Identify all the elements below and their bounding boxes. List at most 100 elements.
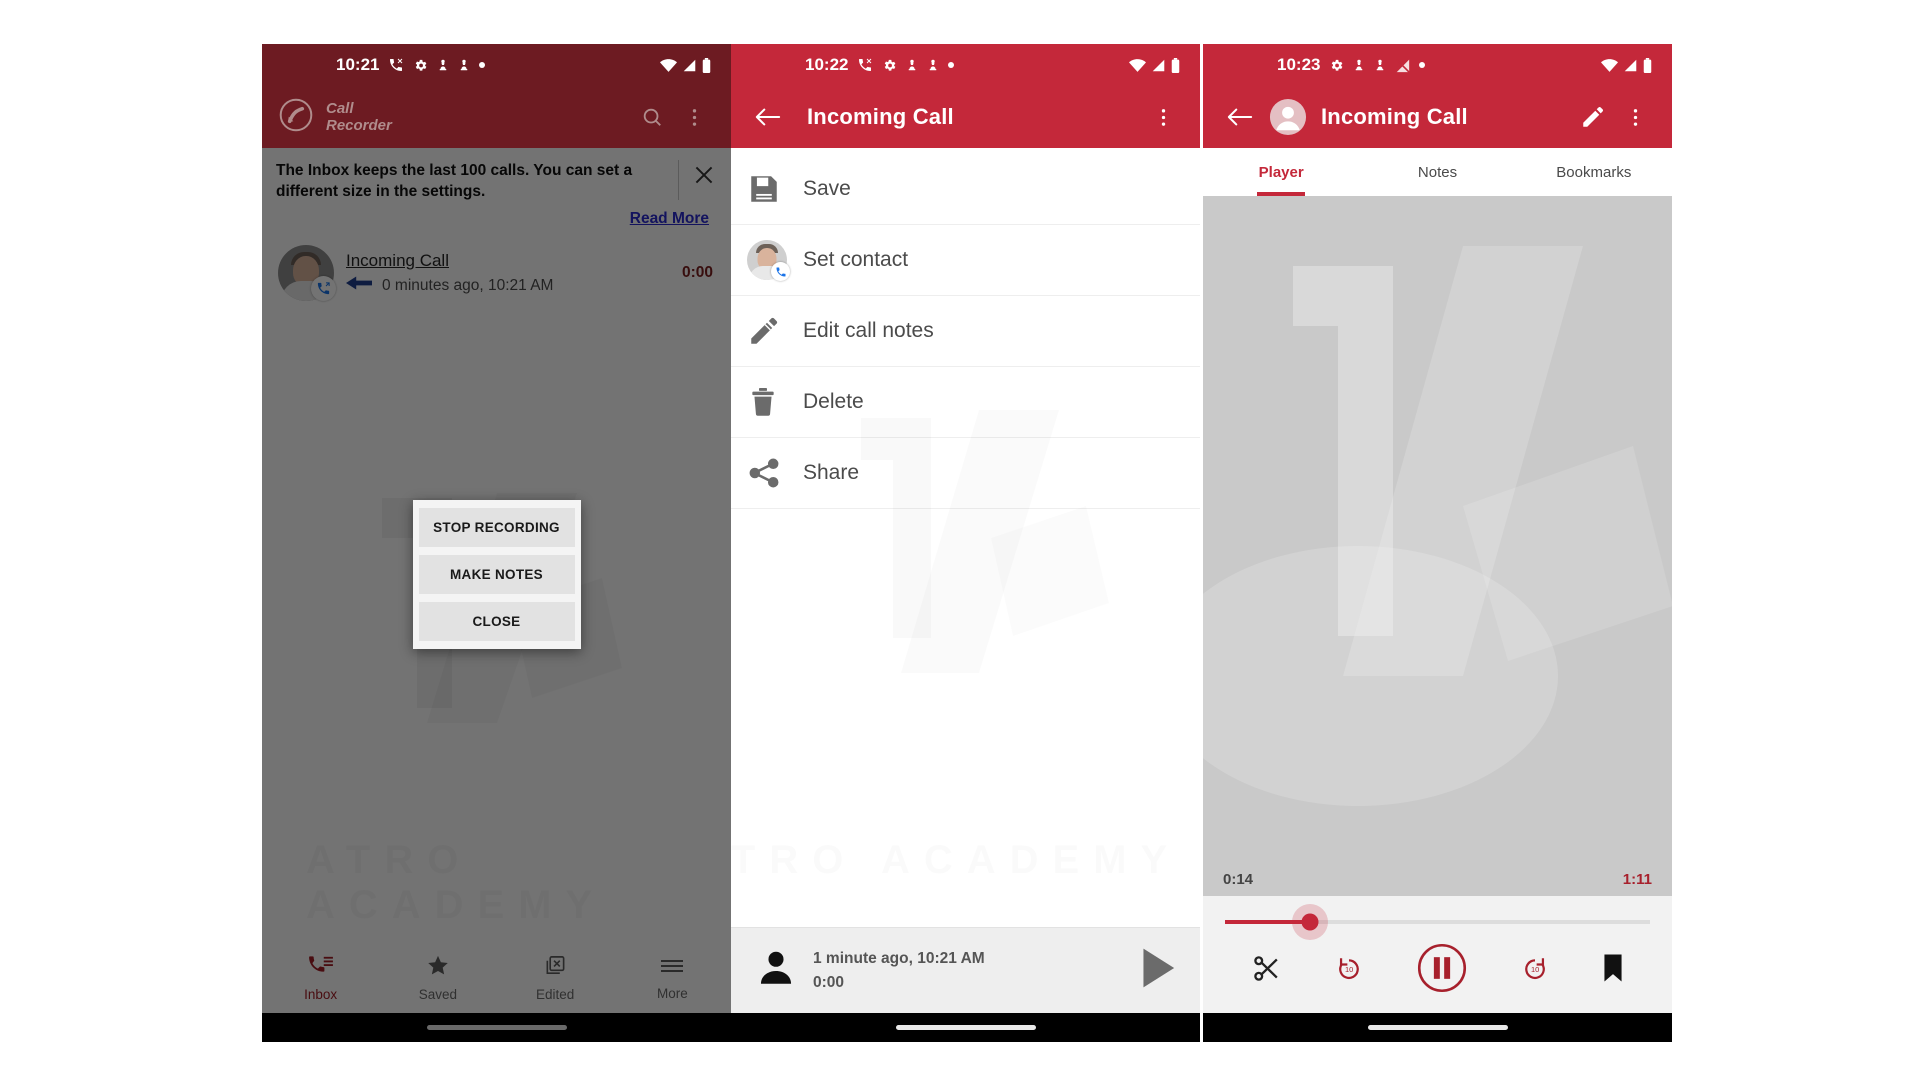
menu-label-edit-call-notes: Edit call notes [803,319,934,342]
signal-icon [682,59,697,72]
phone-panel-3: 10:23 Incoming Call Player Notes Bookmar… [1203,44,1672,1042]
time-labels: 0:14 1:11 [1203,871,1672,896]
tab-notes[interactable]: Notes [1359,148,1515,196]
gesture-bar-3 [1203,1013,1672,1042]
chess-pawn-icon [927,57,939,73]
menu-label-share: Share [803,461,860,484]
more-vertical-icon[interactable] [1142,96,1184,138]
watermark-logo [1203,206,1672,896]
context-menu: Save Set contact Edit call notes Delete … [731,148,1200,509]
app-bar-2: Incoming Call [731,86,1200,148]
menu-item-delete[interactable]: Delete [731,367,1200,438]
bookmark-icon[interactable] [1602,953,1624,983]
wifi-icon [1129,58,1146,72]
brand-text: Call Recorder [326,100,392,134]
chess-pawn-icon [906,57,918,73]
waveform-display[interactable]: 0:14 1:11 [1203,196,1672,896]
app-bar-1: Call Recorder [262,86,731,148]
contact-avatar-icon [747,240,803,281]
gesture-bar-2 [731,1013,1200,1042]
battery-icon [1171,57,1180,73]
wifi-icon [660,58,677,72]
share-icon [747,456,803,490]
gear-icon [1329,58,1344,73]
battery-icon [1643,57,1652,73]
search-icon[interactable] [631,96,673,138]
chess-pawn-icon [437,57,449,73]
phone-panel-2: 10:22 Incoming Call Save Set contact Edi… [731,44,1200,1042]
tab-label-player: Player [1258,163,1304,181]
app-bar-3: Incoming Call [1203,86,1672,148]
call-recorder-logo-icon [278,97,314,138]
chess-pawn-icon [1353,57,1365,73]
status-bar-3: 10:23 [1203,44,1672,86]
watermark-text: ATRO ACADEMY [731,838,1181,883]
chess-pawn-icon [458,57,470,73]
control-row: 10 10 [1203,942,1672,994]
more-vertical-icon[interactable] [673,96,715,138]
total-time: 1:11 [1622,871,1652,888]
person-circle-icon[interactable] [1269,98,1307,136]
battery-icon [702,57,711,73]
signal-icon [1623,59,1638,72]
phone-call-icon [857,57,873,73]
dot-icon [948,62,955,68]
make-notes-button[interactable]: MAKE NOTES [418,555,575,594]
menu-item-set-contact[interactable]: Set contact [731,225,1200,296]
pencil-icon[interactable] [1572,96,1614,138]
brand-line-2: Recorder [326,117,392,134]
gear-icon [882,58,897,73]
brand-logo: Call Recorder [278,97,392,138]
menu-label-save: Save [803,177,851,200]
screenshot-stage: 10:21 Call Recorder STOP RECORDING MAKE … [0,0,1920,1080]
pause-circle-icon[interactable] [1416,942,1468,994]
tab-player[interactable]: Player [1203,148,1359,196]
svg-text:10: 10 [1345,965,1353,974]
status-bar-2: 10:22 [731,44,1200,86]
panel-3-content: Player Notes Bookmarks 0:14 1:11 10 10 [1203,148,1672,1042]
seek-knob[interactable] [1301,913,1319,931]
menu-item-save[interactable]: Save [731,154,1200,225]
page-title: Incoming Call [1321,104,1468,129]
tab-bar: Player Notes Bookmarks [1203,148,1672,196]
stop-recording-button[interactable]: STOP RECORDING [418,508,575,547]
forward-10-icon[interactable]: 10 [1521,954,1549,982]
pencil-icon [747,314,803,348]
rewind-10-icon[interactable]: 10 [1335,954,1363,982]
svg-text:10: 10 [1531,965,1539,974]
trash-icon [747,385,803,419]
menu-item-edit-call-notes[interactable]: Edit call notes [731,296,1200,367]
close-button[interactable]: CLOSE [418,602,575,641]
tab-label-bookmarks: Bookmarks [1556,163,1632,181]
status-bar-1: 10:21 [262,44,731,86]
panel-2-content: ATRO ACADEMY Save [731,148,1200,1042]
menu-label-set-contact: Set contact [803,248,909,271]
dot-icon [479,62,486,68]
dot-icon [1419,62,1426,68]
scissors-icon[interactable] [1251,953,1282,984]
back-arrow-icon[interactable] [747,96,789,138]
phone-panel-1: 10:21 Call Recorder STOP RECORDING MAKE … [262,44,731,1042]
status-bar-clock: 10:21 [336,55,380,74]
status-bar-clock: 10:23 [1277,55,1321,74]
player-controls: 10 10 [1203,896,1672,1013]
chess-pawn-icon [1374,57,1386,73]
save-floppy-icon [747,172,803,206]
page-title: Incoming Call [807,104,954,129]
tab-bookmarks[interactable]: Bookmarks [1516,148,1672,196]
person-icon [755,947,797,994]
panel-1-content: ATRO ACADEMY The Inbox keeps the last 10… [262,148,731,1042]
signal-icon [1151,59,1166,72]
status-bar-clock: 10:22 [805,55,849,74]
brand-line-1: Call [326,100,354,117]
mini-player-title: 1 minute ago, 10:21 AM [813,949,985,967]
menu-item-share[interactable]: Share [731,438,1200,509]
mini-player-bar: 1 minute ago, 10:21 AM 0:00 [731,927,1200,1013]
play-icon[interactable] [1138,947,1178,994]
phone-call-icon [388,57,404,73]
seek-bar[interactable] [1225,904,1650,940]
mini-player-meta: 1 minute ago, 10:21 AM 0:00 [813,950,1122,992]
menu-label-delete: Delete [803,390,864,413]
more-vertical-icon[interactable] [1614,96,1656,138]
back-arrow-icon[interactable] [1219,96,1261,138]
